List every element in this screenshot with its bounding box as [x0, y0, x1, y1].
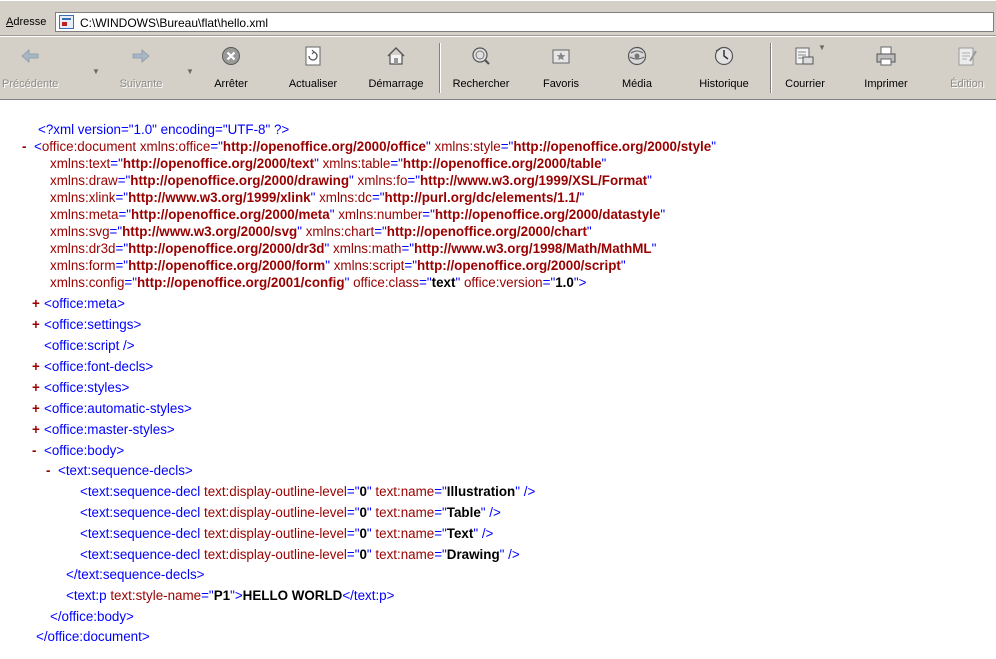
xml-document-view: <?xml version="1.0" encoding="UTF-8" ?> …: [0, 100, 996, 659]
back-arrow-icon: [21, 49, 39, 63]
expand-toggle[interactable]: +: [32, 400, 44, 417]
xml-line-ns: xmlns:form="http://openoffice.org/2000/f…: [50, 258, 626, 273]
xml-node-office-font-decls[interactable]: + <office:font-decls>: [32, 358, 153, 375]
xml-line-ns: xmlns:draw="http://openoffice.org/2000/d…: [50, 173, 652, 188]
address-label: Adresse: [6, 16, 47, 28]
expand-toggle[interactable]: +: [32, 295, 44, 312]
xml-line-ns: xmlns:svg="http://www.w3.org/2000/svg" x…: [50, 224, 592, 239]
mail-icon: [795, 47, 814, 65]
edit-button[interactable]: Édition: [942, 41, 992, 95]
favorites-button[interactable]: Favoris: [532, 41, 590, 95]
media-button[interactable]: Média: [612, 41, 662, 95]
xml-sequence-decl: <text:sequence-decl text:display-outline…: [80, 547, 520, 562]
media-icon: [627, 46, 647, 66]
xml-sequence-decl: <text:sequence-decl text:display-outline…: [80, 505, 501, 520]
xml-line-ns: xmlns:xlink="http://www.w3.org/1999/xlin…: [50, 190, 585, 205]
toolbar: Précédente ▼ Suivante ▼ Arrêter Actualis…: [0, 36, 996, 100]
xml-node-office-body[interactable]: - <office:body>: [32, 442, 124, 459]
toolbar-separator: [439, 43, 441, 93]
print-icon: [876, 46, 896, 66]
xml-node-sequence-decls[interactable]: - <text:sequence-decls>: [46, 462, 193, 479]
xml-close-office-body: </office:body>: [50, 609, 134, 624]
menu-separator: [0, 0, 996, 4]
expand-toggle[interactable]: +: [32, 316, 44, 333]
forward-dropdown-icon[interactable]: ▼: [186, 67, 194, 76]
xml-line-document-open[interactable]: - <office:document xmlns:office="http://o…: [22, 138, 716, 155]
address-url[interactable]: C:\WINDOWS\Bureau\flat\hello.xml: [80, 16, 268, 30]
favorites-icon: [552, 49, 570, 64]
xml-node-office-meta[interactable]: + <office:meta>: [32, 295, 125, 312]
refresh-icon: [305, 46, 321, 66]
expand-toggle[interactable]: +: [32, 421, 44, 438]
forward-button[interactable]: Suivante: [108, 41, 174, 95]
xml-line-ns: xmlns:dr3d="http://openoffice.org/2000/d…: [50, 241, 657, 256]
xml-node-office-master-styles[interactable]: + <office:master-styles>: [32, 421, 175, 438]
refresh-button[interactable]: Actualiser: [282, 41, 344, 95]
home-icon: [387, 47, 405, 65]
xml-text-paragraph: <text:p text:style-name="P1">HELLO WORLD…: [66, 588, 395, 603]
mail-dropdown-icon[interactable]: ▼: [818, 43, 826, 52]
history-button[interactable]: Historique: [688, 41, 760, 95]
address-bar: Adresse C:\WINDOWS\Bureau\flat\hello.xml: [0, 0, 996, 36]
expand-toggle[interactable]: +: [32, 379, 44, 396]
history-icon: [714, 46, 734, 66]
xml-node-office-script: <office:script />: [44, 338, 135, 353]
back-button[interactable]: Précédente: [2, 41, 58, 95]
address-input[interactable]: C:\WINDOWS\Bureau\flat\hello.xml: [55, 12, 994, 32]
paragraph-content: HELLO WORLD: [242, 588, 343, 603]
toolbar-separator: [770, 43, 772, 93]
xml-line-ns: xmlns:config="http://openoffice.org/2001…: [50, 275, 587, 290]
xml-declaration: <?xml version="1.0" encoding="UTF-8" ?>: [38, 122, 290, 137]
collapse-toggle[interactable]: -: [46, 462, 58, 479]
xml-sequence-decl: <text:sequence-decl text:display-outline…: [80, 526, 494, 541]
collapse-toggle[interactable]: -: [22, 138, 34, 155]
xml-node-office-styles[interactable]: + <office:styles>: [32, 379, 129, 396]
xml-node-office-automatic-styles[interactable]: + <office:automatic-styles>: [32, 400, 192, 417]
xml-close-sequence-decls: </text:sequence-decls>: [66, 567, 205, 582]
back-dropdown-icon[interactable]: ▼: [92, 67, 100, 76]
home-button[interactable]: Démarrage: [360, 41, 432, 95]
collapse-toggle[interactable]: -: [32, 442, 44, 459]
search-button[interactable]: Rechercher: [446, 41, 516, 95]
page-icon: [59, 15, 74, 29]
print-button[interactable]: Imprimer: [856, 41, 916, 95]
xml-node-office-settings[interactable]: + <office:settings>: [32, 316, 141, 333]
edit-icon: [958, 47, 977, 66]
stop-button[interactable]: Arrêter: [206, 41, 256, 95]
xml-close-office-document: </office:document>: [36, 629, 150, 644]
stop-icon: [222, 47, 240, 65]
forward-arrow-icon: [132, 49, 150, 63]
xml-sequence-decl: <text:sequence-decl text:display-outline…: [80, 484, 536, 499]
xml-line-ns: xmlns:text="http://openoffice.org/2000/t…: [50, 156, 607, 171]
xml-line-ns: xmlns:meta="http://openoffice.org/2000/m…: [50, 207, 666, 222]
expand-toggle[interactable]: +: [32, 358, 44, 375]
search-icon: [472, 47, 490, 65]
